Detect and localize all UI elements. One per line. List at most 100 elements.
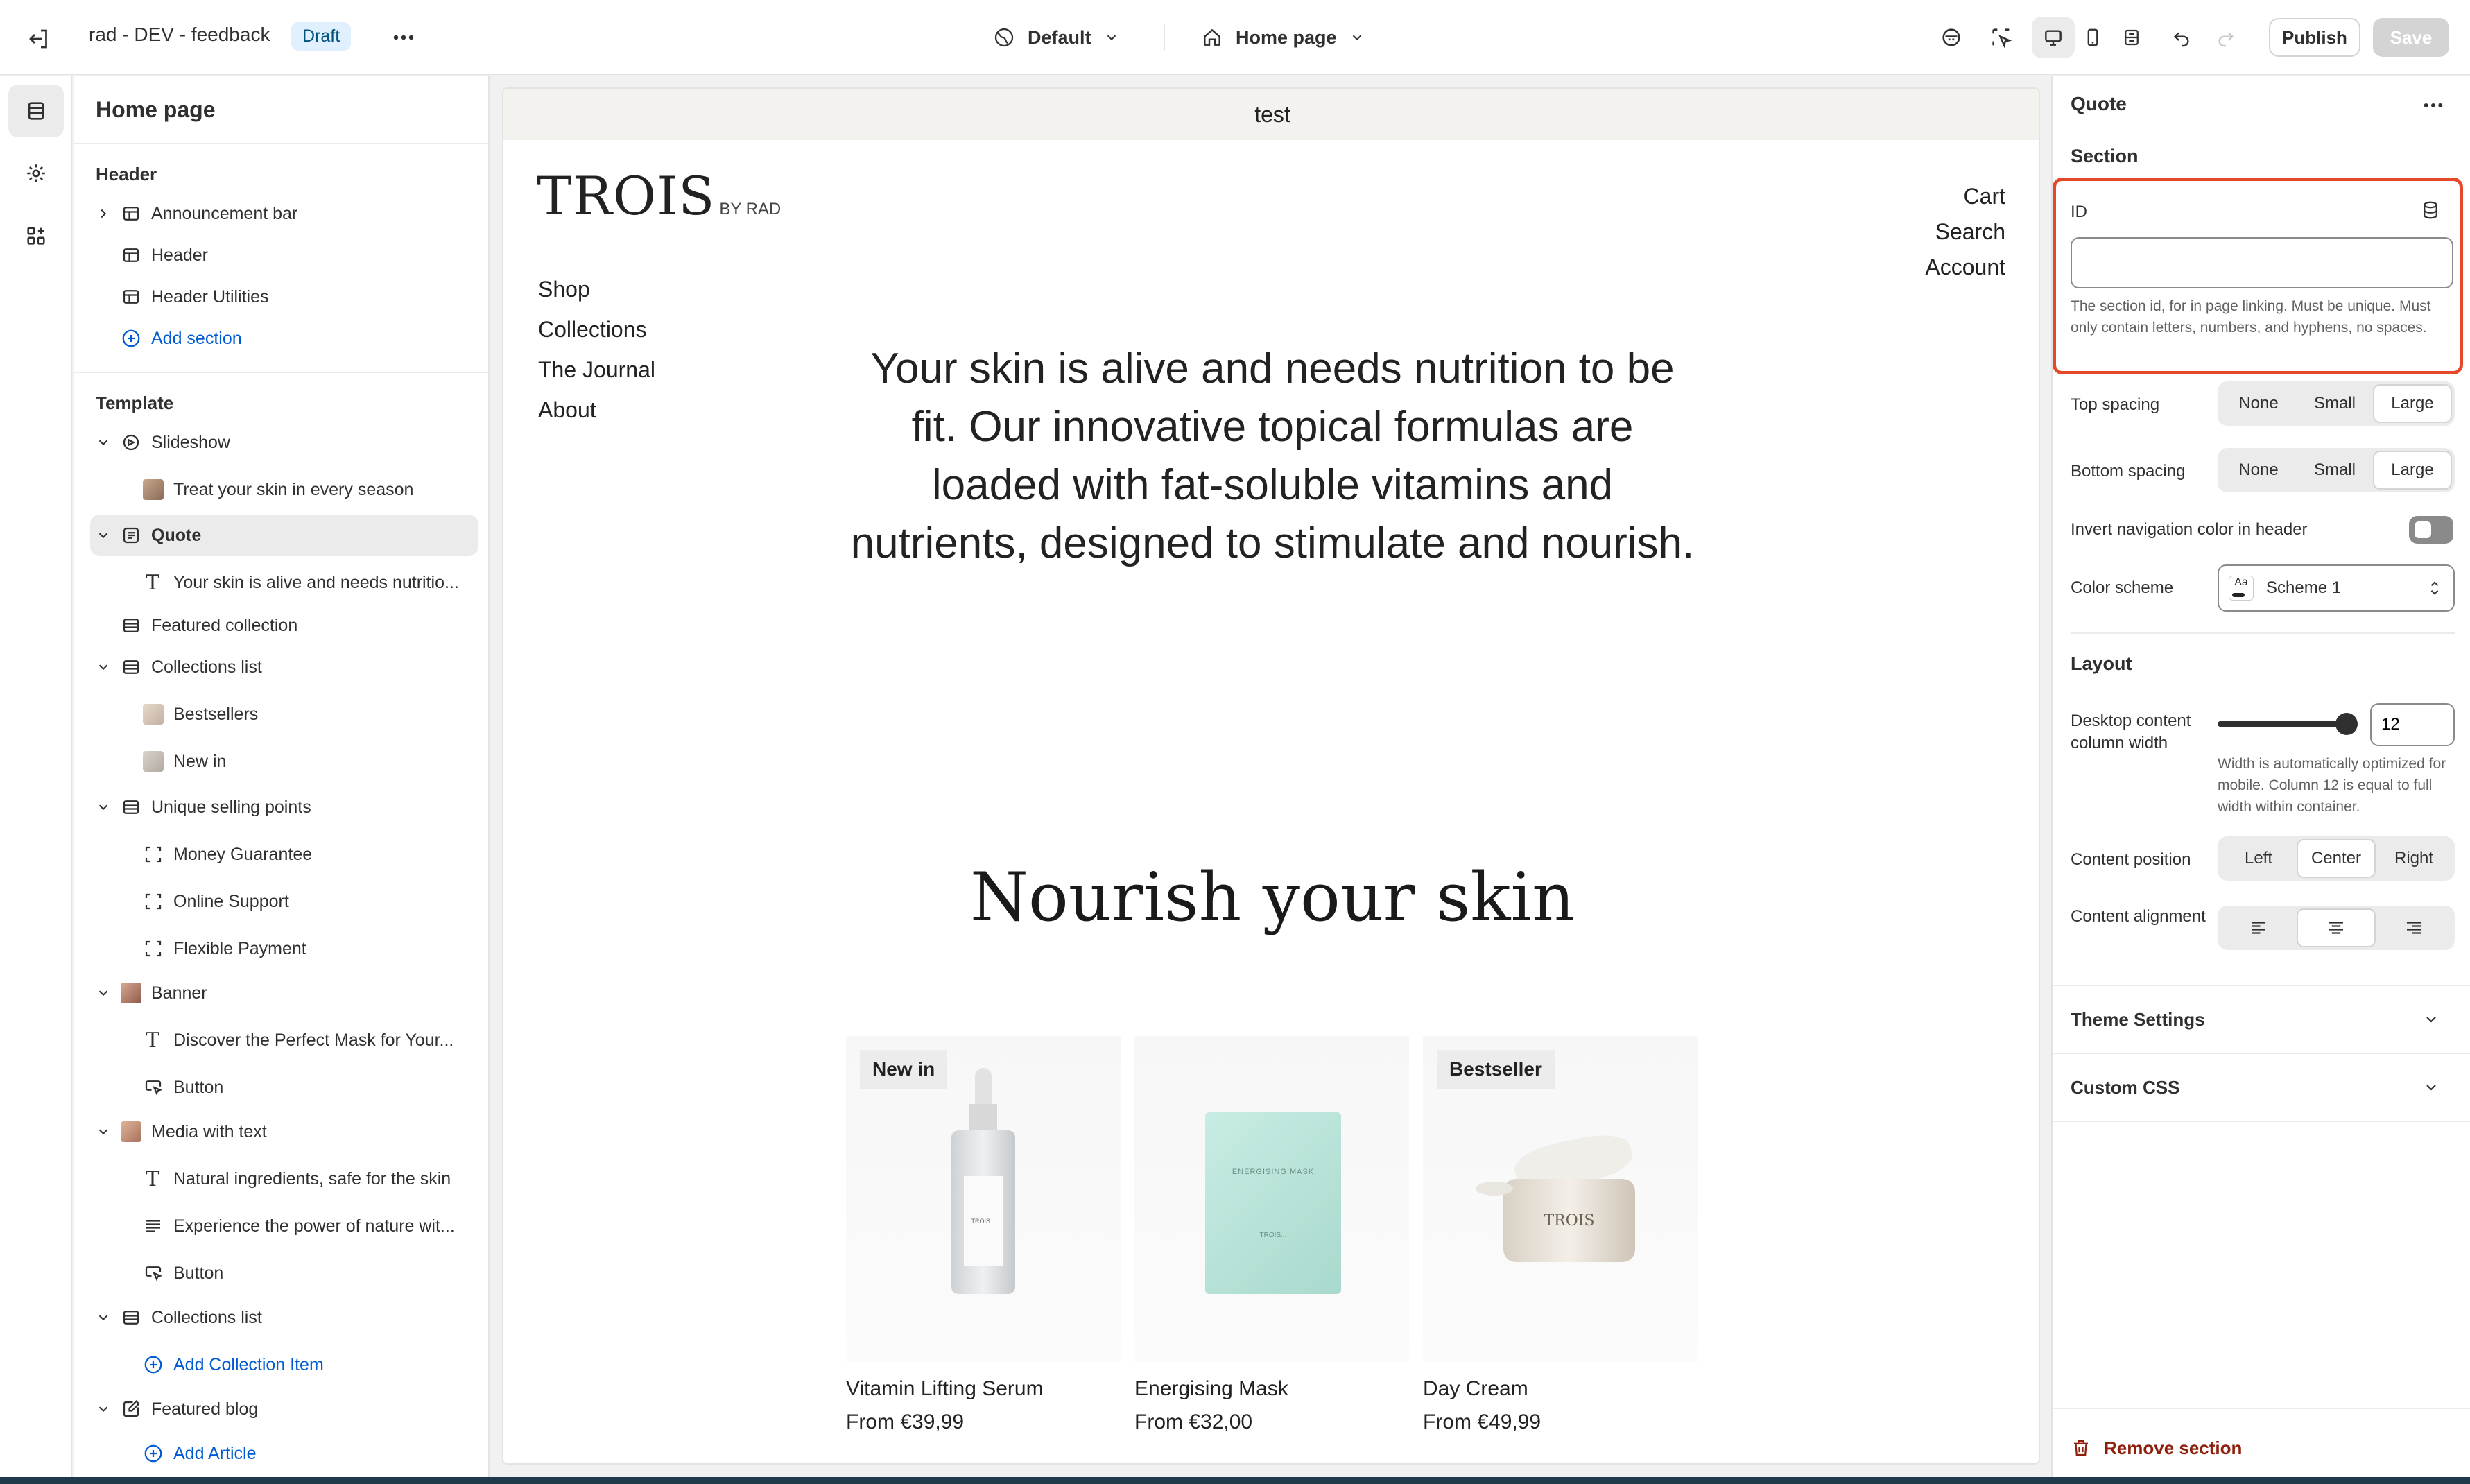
sections-icon[interactable] [8, 85, 64, 137]
align-center-icon[interactable] [2297, 908, 2376, 947]
align-left-icon[interactable] [2220, 908, 2297, 947]
store-logo[interactable]: TROIS BY RAD [537, 165, 781, 227]
position-right[interactable]: Right [2376, 839, 2452, 878]
sidebar-item-featured-blog[interactable]: Featured blog [74, 1388, 488, 1430]
custom-css-accordion[interactable]: Custom CSS [2053, 1054, 2470, 1121]
page-title: Home page [96, 97, 216, 122]
sidebar-item-slide[interactable]: Treat your skin in every season [74, 469, 488, 510]
bottom-spacing-small[interactable]: Small [2297, 451, 2373, 490]
mobile-view-button[interactable] [2073, 17, 2112, 58]
sidebar-item-online-support[interactable]: Online Support [74, 881, 488, 922]
chevron-down-icon[interactable] [96, 800, 111, 815]
redo-icon[interactable] [2208, 19, 2244, 55]
quote-text[interactable]: Your skin is alive and needs nutrition t… [846, 340, 1699, 573]
chevron-down-icon[interactable] [96, 659, 111, 675]
chevron-down-icon[interactable] [96, 1310, 111, 1325]
more-icon[interactable] [2416, 90, 2451, 121]
product-card[interactable]: New in TROIS... Vitamin Lifting Serum Fr… [846, 1036, 1121, 1434]
scheme-swatch: Aa [2229, 576, 2254, 601]
sidebar-item-collections-list-2[interactable]: Collections list [74, 1297, 488, 1338]
sidebar-item-media-button[interactable]: Button [74, 1252, 488, 1294]
sidebar-item-media-heading[interactable]: T Natural ingredients, safe for the skin [74, 1158, 488, 1200]
save-button[interactable]: Save [2373, 18, 2449, 57]
sidekick-icon[interactable] [1933, 19, 1969, 55]
bottom-spacing-large[interactable]: Large [2373, 451, 2452, 490]
sidebar-item-label: Collections list [151, 1307, 262, 1327]
sidebar-item-quote-text[interactable]: T Your skin is alive and needs nutritio.… [74, 562, 488, 603]
top-spacing-label: Top spacing [2071, 395, 2160, 414]
theme-settings-accordion[interactable]: Theme Settings [2053, 986, 2470, 1053]
sidebar-item-quote[interactable]: Quote [90, 515, 478, 556]
fullwidth-view-button[interactable] [2112, 17, 2151, 58]
sidebar-item-collections-list[interactable]: Collections list [74, 646, 488, 688]
chevron-right-icon[interactable] [96, 206, 111, 221]
product-card[interactable]: Bestseller TROIS Day Cream From €49,99 [1423, 1036, 1698, 1434]
exit-icon[interactable] [21, 21, 57, 57]
add-collection-item-link[interactable]: Add Collection Item [74, 1344, 488, 1386]
nav-link-journal[interactable]: The Journal [538, 350, 655, 390]
product-card[interactable]: ENERGISING MASK TROIS... Energising Mask… [1134, 1036, 1409, 1434]
sidebar-item-money-guarantee[interactable]: Money Guarantee [74, 834, 488, 875]
sidebar-item-new-in[interactable]: New in [74, 741, 488, 782]
align-right-icon[interactable] [2376, 908, 2452, 947]
apps-icon[interactable] [8, 209, 64, 262]
product-name[interactable]: Vitamin Lifting Serum [846, 1377, 1121, 1401]
chevron-down-icon[interactable] [96, 1124, 111, 1139]
sidebar-item-slideshow[interactable]: Slideshow [74, 422, 488, 463]
sidebar-item-media-richtext[interactable]: Experience the power of nature wit... [74, 1205, 488, 1247]
publish-button[interactable]: Publish [2269, 18, 2360, 57]
collection-heading[interactable]: Nourish your skin [503, 859, 2039, 936]
preview-frame[interactable]: test TROIS BY RAD Shop Collections The J… [502, 87, 2040, 1465]
slider-thumb[interactable] [2335, 713, 2358, 735]
cart-link[interactable]: Cart [1925, 179, 2005, 214]
sidebar-item-announcement-bar[interactable]: Announcement bar [74, 193, 488, 234]
position-left[interactable]: Left [2220, 839, 2297, 878]
position-center[interactable]: Center [2297, 839, 2376, 878]
nav-link-collections[interactable]: Collections [538, 309, 655, 350]
desktop-icon [2045, 30, 2062, 46]
sidebar-item-usp[interactable]: Unique selling points [74, 786, 488, 828]
column-width-slider[interactable] [2218, 713, 2358, 735]
bottom-strip [0, 1477, 2470, 1484]
sidebar-item-banner[interactable]: Banner [74, 972, 488, 1014]
id-input[interactable] [2071, 237, 2453, 288]
sidebar-item-featured-collection[interactable]: Featured collection [74, 605, 488, 646]
product-name[interactable]: Energising Mask [1134, 1377, 1409, 1401]
desktop-view-button[interactable] [2032, 17, 2075, 58]
database-icon[interactable] [2420, 200, 2441, 221]
sidebar-item-header[interactable]: Header [74, 234, 488, 276]
top-spacing-small[interactable]: Small [2297, 384, 2373, 423]
sidebar-item-banner-text[interactable]: T Discover the Perfect Mask for Your... [74, 1019, 488, 1061]
settings-gear-icon[interactable] [8, 147, 64, 200]
color-scheme-select[interactable]: Aa Scheme 1 [2218, 564, 2455, 612]
bottom-spacing-none[interactable]: None [2220, 451, 2297, 490]
invert-nav-toggle[interactable] [2409, 516, 2453, 544]
page-selector[interactable]: Home page [1193, 17, 1380, 58]
column-width-label: Desktop content column width [2071, 711, 2191, 752]
search-link[interactable]: Search [1925, 214, 2005, 250]
chevron-down-icon[interactable] [96, 985, 111, 1001]
inspector-icon[interactable] [1983, 19, 2019, 55]
product-name[interactable]: Day Cream [1423, 1377, 1698, 1401]
add-section-link[interactable]: Add section [74, 318, 488, 359]
more-icon[interactable] [386, 19, 422, 55]
announcement-bar[interactable]: test [503, 89, 2039, 140]
chevron-down-icon[interactable] [96, 435, 111, 450]
sidebar-item-banner-button[interactable]: Button [74, 1067, 488, 1108]
theme-selector[interactable]: Default [985, 17, 1144, 58]
sidebar-item-bestsellers[interactable]: Bestsellers [74, 693, 488, 735]
chevron-down-icon[interactable] [96, 1401, 111, 1417]
sidebar-item-flexible-payment[interactable]: Flexible Payment [74, 928, 488, 969]
account-link[interactable]: Account [1925, 250, 2005, 285]
column-width-input[interactable] [2370, 703, 2455, 746]
chevron-down-icon[interactable] [96, 528, 111, 543]
top-spacing-large[interactable]: Large [2373, 384, 2452, 423]
sidebar-item-media-with-text[interactable]: Media with text [74, 1111, 488, 1153]
top-spacing-none[interactable]: None [2220, 384, 2297, 423]
nav-link-about[interactable]: About [538, 390, 655, 430]
add-article-link[interactable]: Add Article [74, 1433, 488, 1474]
nav-link-shop[interactable]: Shop [538, 269, 655, 309]
remove-section-button[interactable]: Remove section [2071, 1427, 2242, 1469]
undo-icon[interactable] [2164, 19, 2200, 55]
sidebar-item-header-utilities[interactable]: Header Utilities [74, 276, 488, 318]
